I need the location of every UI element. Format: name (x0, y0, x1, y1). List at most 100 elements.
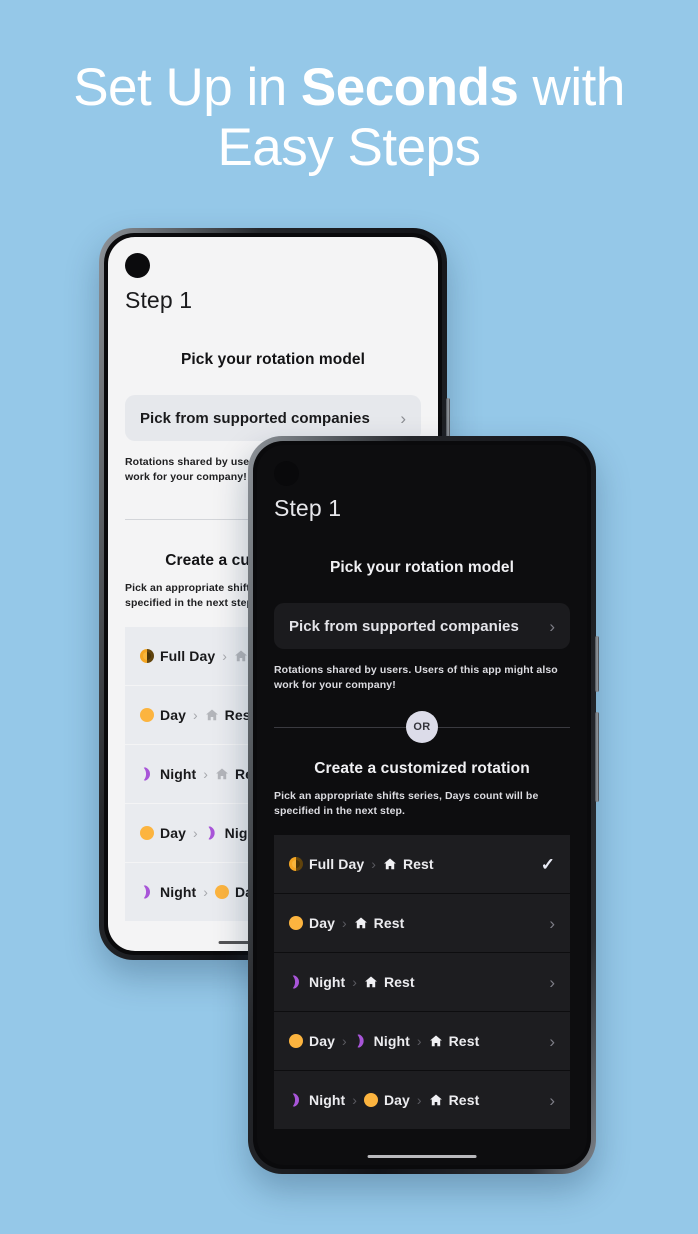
sequence-step: Night (140, 766, 196, 782)
chevron-right-icon: › (549, 1031, 555, 1051)
rest-home-icon (234, 649, 248, 663)
custom-rotation-note: Pick an appropriate shifts series, Days … (274, 790, 539, 817)
rest-home-icon (383, 857, 397, 871)
sequence-step-label: Day (309, 915, 335, 931)
sequence-step: Day (363, 1092, 410, 1108)
sequence-step: Night (289, 1092, 345, 1108)
night-icon (205, 826, 219, 840)
sequence-step-label: Full Day (309, 856, 365, 872)
sequence-step: Full Day (289, 856, 364, 872)
headline-line-1: Set Up in Seconds with (0, 58, 698, 118)
sequence-step: Rest (429, 1092, 480, 1108)
full-day-icon (289, 857, 303, 871)
sequence-separator-icon: › (416, 1092, 422, 1108)
divider-line-left (274, 726, 406, 728)
sequence-separator-icon: › (192, 707, 198, 723)
rotation-row-full-day-rest[interactable]: Full Day › Rest ✓ (274, 835, 570, 893)
chevron-right-icon: › (549, 616, 555, 636)
sequence-separator-icon: › (222, 648, 227, 664)
sequence-step: Full Day (140, 648, 215, 664)
day-icon (140, 708, 154, 722)
sequence-step: Rest (354, 915, 405, 931)
sequence-step-label: Rest (448, 1092, 480, 1108)
sequence-step: Day (289, 915, 335, 931)
rest-home-icon (429, 1034, 443, 1048)
rotation-row-night-day-rest[interactable]: Night › Day › Rest › (274, 1071, 570, 1129)
rest-home-icon (215, 767, 229, 781)
chevron-right-icon: › (400, 408, 406, 428)
sequence-step: Rest (429, 1033, 480, 1049)
sequence-step: Day (140, 707, 186, 723)
night-icon (289, 1093, 303, 1107)
sequence-separator-icon: › (352, 1092, 357, 1108)
sequence-separator-icon: › (352, 974, 357, 990)
night-icon (354, 1034, 368, 1048)
pick-from-supported-companies-button[interactable]: Pick from supported companies › (125, 395, 421, 441)
rest-home-icon (354, 916, 368, 930)
rotation-sequence: Night › Day › Rest (289, 1092, 539, 1108)
sequence-separator-icon: › (341, 915, 347, 931)
sequence-separator-icon: › (371, 856, 376, 872)
rotation-sequence: Night › Rest (289, 974, 539, 990)
pick-from-supported-companies-button[interactable]: Pick from supported companies › (274, 603, 570, 649)
rotation-row-trailing: › (549, 974, 555, 991)
headline-text-post: with (518, 58, 626, 117)
sequence-step-label: Night (309, 974, 346, 990)
sequence-step-label: Full Day (160, 648, 216, 664)
divider-line-right (438, 726, 570, 728)
phone-volume-button[interactable] (595, 712, 599, 802)
night-icon (289, 975, 303, 989)
sequence-step-label: Day (160, 707, 186, 723)
sequence-step-label: Night (309, 1092, 346, 1108)
sequence-step-label: Day (383, 1092, 410, 1108)
rotation-row-trailing: › (549, 1092, 555, 1109)
rotation-sequence: Day › Rest (289, 915, 539, 931)
rotation-sequence: Day › Night › Rest (289, 1033, 539, 1049)
pick-companies-label: Pick from supported companies (289, 617, 519, 635)
divider-line-left (125, 518, 257, 520)
rotation-row-day-rest[interactable]: Day › Rest › (274, 894, 570, 952)
home-gesture-bar[interactable] (367, 1155, 477, 1158)
sequence-step: Night (140, 884, 196, 900)
or-divider: OR (274, 711, 570, 743)
sequence-step-label: Night (160, 766, 197, 782)
dark-phone-screen: Step 1 Pick your rotation model Pick fro… (257, 445, 587, 1165)
page-title: Set Up in Seconds with Easy Steps (0, 58, 698, 178)
pick-companies-label: Pick from supported companies (140, 409, 370, 427)
rest-home-icon (205, 708, 219, 722)
sequence-step-label: Night (160, 884, 197, 900)
sequence-step: Day (140, 825, 186, 841)
rest-home-icon (429, 1093, 443, 1107)
night-icon (140, 885, 154, 899)
companies-note: Rotations shared by users. Users of this… (274, 664, 558, 691)
section-title: Pick your rotation model (329, 559, 515, 576)
phone-power-button[interactable] (595, 636, 599, 692)
day-icon (289, 916, 303, 930)
sequence-step-label: Rest (373, 915, 405, 931)
day-icon (214, 885, 229, 899)
step-title: Step 1 (125, 287, 193, 313)
rotation-row-trailing: › (549, 1033, 555, 1050)
sequence-separator-icon: › (203, 766, 208, 782)
or-badge: OR (406, 711, 438, 743)
sequence-step-label: Night (373, 1033, 410, 1049)
phone-bezel: Step 1 Pick your rotation model Pick fro… (253, 441, 591, 1169)
sequence-step: Night (289, 974, 345, 990)
dark-theme-phone-mockup: Step 1 Pick your rotation model Pick fro… (248, 436, 599, 1174)
sequence-step-label: Rest (448, 1033, 480, 1049)
rotation-row-night-rest[interactable]: Night › Rest › (274, 953, 570, 1011)
sequence-separator-icon: › (341, 1033, 347, 1049)
day-icon (140, 826, 154, 840)
headline-emphasis: Seconds (300, 58, 519, 117)
sequence-separator-icon: › (416, 1033, 422, 1049)
headline-text-pre: Set Up in (73, 58, 301, 117)
rotation-row-trailing: › (549, 915, 555, 932)
sequence-step-label: Day (309, 1033, 335, 1049)
sequence-separator-icon: › (192, 825, 198, 841)
custom-rotation-title: Create a customized rotation (314, 760, 530, 777)
step-title: Step 1 (274, 495, 342, 521)
check-icon: ✓ (540, 854, 555, 874)
chevron-right-icon: › (549, 1090, 555, 1110)
rotation-row-day-night-rest[interactable]: Day › Night › Rest › (274, 1012, 570, 1070)
night-icon (140, 767, 154, 781)
